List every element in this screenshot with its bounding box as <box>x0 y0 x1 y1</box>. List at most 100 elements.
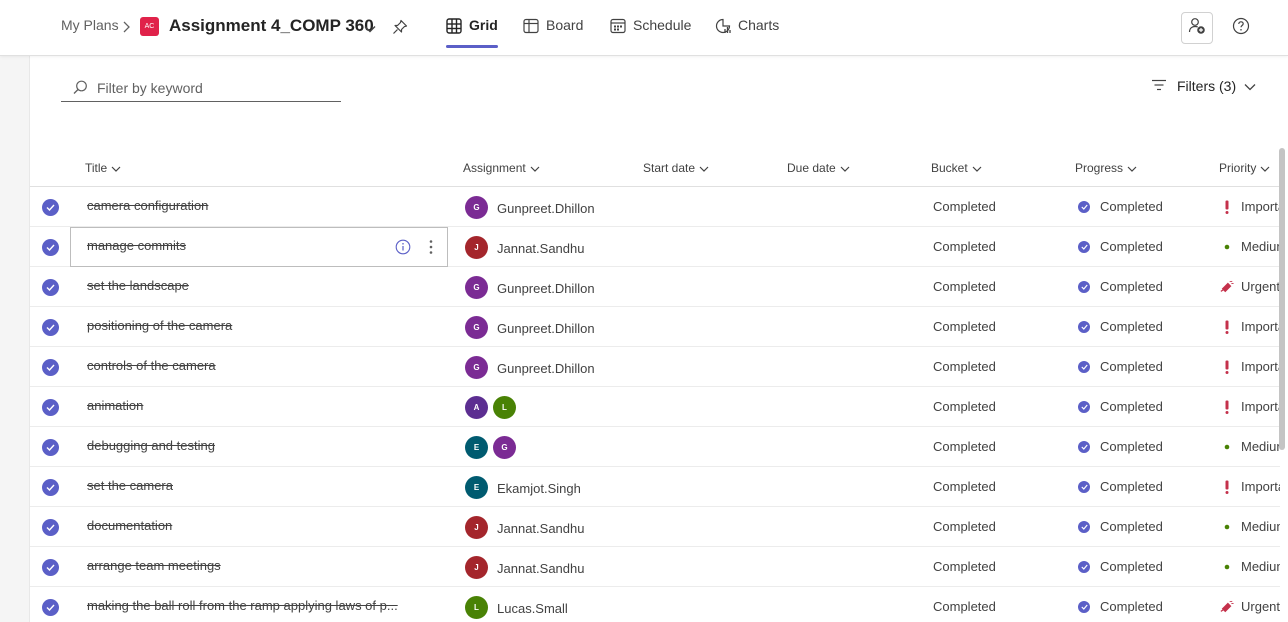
task-row[interactable]: controls of the camera G Gunpreet.Dhillon C… <box>30 347 1280 387</box>
task-row[interactable]: set the landscape G Gunpreet.Dhillon Comple… <box>30 267 1280 307</box>
complete-checkmark-icon[interactable] <box>42 239 59 256</box>
task-title[interactable]: manage commits <box>87 238 427 253</box>
task-progress[interactable]: Completed <box>1078 559 1163 574</box>
task-title[interactable]: animation <box>87 398 427 413</box>
task-priority[interactable]: Medium <box>1220 239 1280 254</box>
task-bucket[interactable]: Completed <box>933 319 996 334</box>
task-bucket[interactable]: Completed <box>933 479 996 494</box>
avatar[interactable]: L <box>493 396 516 419</box>
task-assignees[interactable]: L Lucas.Small <box>465 596 568 619</box>
column-due-date[interactable]: Due date <box>787 161 850 175</box>
column-assignment[interactable]: Assignment <box>463 161 540 175</box>
task-assignees[interactable]: G Gunpreet.Dhillon <box>465 316 595 339</box>
complete-checkmark-icon[interactable] <box>42 319 59 336</box>
task-progress[interactable]: Completed <box>1078 199 1163 214</box>
task-priority[interactable]: Important <box>1220 479 1280 494</box>
complete-checkmark-icon[interactable] <box>42 359 59 376</box>
column-bucket[interactable]: Bucket <box>931 161 982 175</box>
task-title[interactable]: making the ball roll from the ramp apply… <box>87 598 427 613</box>
avatar[interactable]: J <box>465 516 488 539</box>
tab-charts[interactable]: Charts <box>715 0 779 56</box>
avatar[interactable]: E <box>465 476 488 499</box>
task-row[interactable]: set the camera E Ekamjot.Singh Completed Com… <box>30 467 1280 507</box>
complete-checkmark-icon[interactable] <box>42 439 59 456</box>
complete-checkmark-icon[interactable] <box>42 279 59 296</box>
task-priority[interactable]: Medium <box>1220 439 1280 454</box>
task-priority[interactable]: Medium <box>1220 519 1280 534</box>
tab-board[interactable]: Board <box>523 0 583 56</box>
task-bucket[interactable]: Completed <box>933 599 996 614</box>
plan-dropdown-chevron-icon[interactable] <box>364 20 376 38</box>
complete-checkmark-icon[interactable] <box>42 599 59 616</box>
complete-checkmark-icon[interactable] <box>42 559 59 576</box>
task-row[interactable]: positioning of the camera G Gunpreet.Dhill… <box>30 307 1280 347</box>
task-assignees[interactable]: AL <box>465 396 521 419</box>
task-assignees[interactable]: J Jannat.Sandhu <box>465 516 584 539</box>
plan-title[interactable]: Assignment 4_COMP 360 <box>169 16 374 36</box>
task-row[interactable]: animation AL Completed Completed Important <box>30 387 1280 427</box>
task-priority[interactable]: Medium <box>1220 559 1280 574</box>
task-title[interactable]: debugging and testing <box>87 438 427 453</box>
complete-checkmark-icon[interactable] <box>42 479 59 496</box>
pin-icon[interactable] <box>392 19 408 40</box>
info-icon[interactable] <box>394 238 412 256</box>
avatar[interactable]: J <box>465 236 488 259</box>
tab-schedule[interactable]: Schedule <box>610 0 691 56</box>
task-title[interactable]: controls of the camera <box>87 358 427 373</box>
filters-button[interactable]: Filters (3) <box>1151 78 1256 94</box>
task-progress[interactable]: Completed <box>1078 439 1163 454</box>
task-title[interactable]: documentation <box>87 518 427 533</box>
task-progress[interactable]: Completed <box>1078 479 1163 494</box>
task-row[interactable]: documentation J Jannat.Sandhu Completed Comp… <box>30 507 1280 547</box>
task-bucket[interactable]: Completed <box>933 519 996 534</box>
task-progress[interactable]: Completed <box>1078 359 1163 374</box>
task-assignees[interactable]: E Ekamjot.Singh <box>465 476 581 499</box>
task-bucket[interactable]: Completed <box>933 279 996 294</box>
task-assignees[interactable]: EG <box>465 436 521 459</box>
task-priority[interactable]: Urgent <box>1220 599 1280 614</box>
column-start-date[interactable]: Start date <box>643 161 709 175</box>
task-assignees[interactable]: J Jannat.Sandhu <box>465 556 584 579</box>
task-title[interactable]: camera configuration <box>87 198 427 213</box>
avatar[interactable]: L <box>465 596 488 619</box>
complete-checkmark-icon[interactable] <box>42 519 59 536</box>
task-priority[interactable]: Important <box>1220 399 1280 414</box>
task-title[interactable]: arrange team meetings <box>87 558 427 573</box>
task-bucket[interactable]: Completed <box>933 559 996 574</box>
avatar[interactable]: G <box>493 436 516 459</box>
task-progress[interactable]: Completed <box>1078 279 1163 294</box>
column-title[interactable]: Title <box>85 161 121 175</box>
task-bucket[interactable]: Completed <box>933 239 996 254</box>
task-progress[interactable]: Completed <box>1078 519 1163 534</box>
avatar[interactable]: G <box>465 316 488 339</box>
task-row[interactable]: camera configuration G Gunpreet.Dhillon Com… <box>30 187 1280 227</box>
avatar[interactable]: G <box>465 196 488 219</box>
task-assignees[interactable]: G Gunpreet.Dhillon <box>465 276 595 299</box>
add-member-button[interactable] <box>1181 12 1213 44</box>
task-row[interactable]: manage commits J Jannat.Sandhu Completed Com… <box>30 227 1280 267</box>
avatar[interactable]: J <box>465 556 488 579</box>
task-priority[interactable]: Important <box>1220 199 1280 214</box>
task-priority[interactable]: Important <box>1220 359 1280 374</box>
task-progress[interactable]: Completed <box>1078 599 1163 614</box>
task-bucket[interactable]: Completed <box>933 199 996 214</box>
avatar[interactable]: G <box>465 276 488 299</box>
help-button[interactable] <box>1225 12 1257 44</box>
task-title[interactable]: positioning of the camera <box>87 318 427 333</box>
task-row[interactable]: arrange team meetings J Jannat.Sandhu Compl… <box>30 547 1280 587</box>
task-assignees[interactable]: G Gunpreet.Dhillon <box>465 196 595 219</box>
avatar[interactable]: G <box>465 356 488 379</box>
column-priority[interactable]: Priority <box>1219 161 1270 175</box>
task-bucket[interactable]: Completed <box>933 439 996 454</box>
task-row[interactable]: making the ball roll from the ramp apply… <box>30 587 1280 622</box>
more-options-icon[interactable] <box>422 238 440 256</box>
tab-grid[interactable]: Grid <box>446 0 498 56</box>
avatar[interactable]: E <box>465 436 488 459</box>
task-title[interactable]: set the camera <box>87 478 427 493</box>
task-bucket[interactable]: Completed <box>933 399 996 414</box>
task-row[interactable]: debugging and testing E G Completed Complete… <box>30 427 1280 467</box>
task-priority[interactable]: Urgent <box>1220 279 1280 294</box>
task-title[interactable]: set the landscape <box>87 278 427 293</box>
task-progress[interactable]: Completed <box>1078 319 1163 334</box>
complete-checkmark-icon[interactable] <box>42 199 59 216</box>
